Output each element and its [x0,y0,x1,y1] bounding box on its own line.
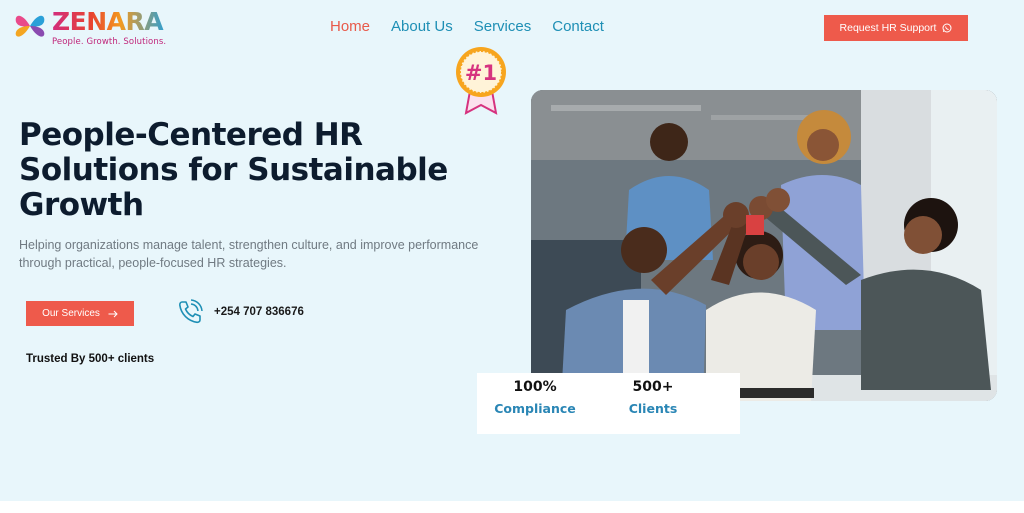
phone-number: +254 707 836676 [214,306,304,318]
nav-item-contact[interactable]: Contact [552,18,604,35]
phone-ringing-icon [178,299,203,324]
nav-item-services[interactable]: Services [474,18,532,35]
our-services-button[interactable]: Our Services [26,301,134,326]
whatsapp-icon [942,23,952,33]
brand-logo[interactable]: ZENARA People. Growth. Solutions. [12,8,166,47]
stat-value: 100% [513,379,557,395]
stat-label: Clients [628,401,678,416]
trusted-by-text: Trusted By 500+ clients [26,353,155,365]
request-hr-support-label: Request HR Support [839,22,937,34]
hero-title: People-Centered HR Solutions for Sustain… [19,117,448,223]
phone-contact[interactable]: +254 707 836676 [176,298,304,326]
our-services-label: Our Services [42,308,100,319]
arrow-right-icon [108,310,118,317]
brand-tagline: People. Growth. Solutions. [52,37,167,47]
award-badge: #1 [452,45,510,117]
stat-compliance: 100% Compliance [489,379,581,416]
team-photo-illustration [531,90,997,401]
team-photo [531,90,997,401]
stats-card: 100% Compliance 500+ Clients [477,373,740,434]
stat-label: Compliance [494,401,576,416]
award-ribbon-icon: #1 [456,47,506,115]
logo-flower-icon [15,15,45,37]
page: ZENARA People. Growth. Solutions. Home A… [0,0,1024,501]
main-nav: Home About Us Services Contact [330,18,625,35]
badge-text: #1 [465,61,497,85]
hero-subtitle: Helping organizations manage talent, str… [19,238,479,270]
brand-name: ZENARA [52,8,166,36]
request-hr-support-button[interactable]: Request HR Support [824,15,968,41]
nav-item-home[interactable]: Home [330,18,370,35]
stat-value: 500+ [632,379,674,395]
stat-clients: 500+ Clients [617,379,689,416]
nav-item-about-us[interactable]: About Us [391,18,453,35]
